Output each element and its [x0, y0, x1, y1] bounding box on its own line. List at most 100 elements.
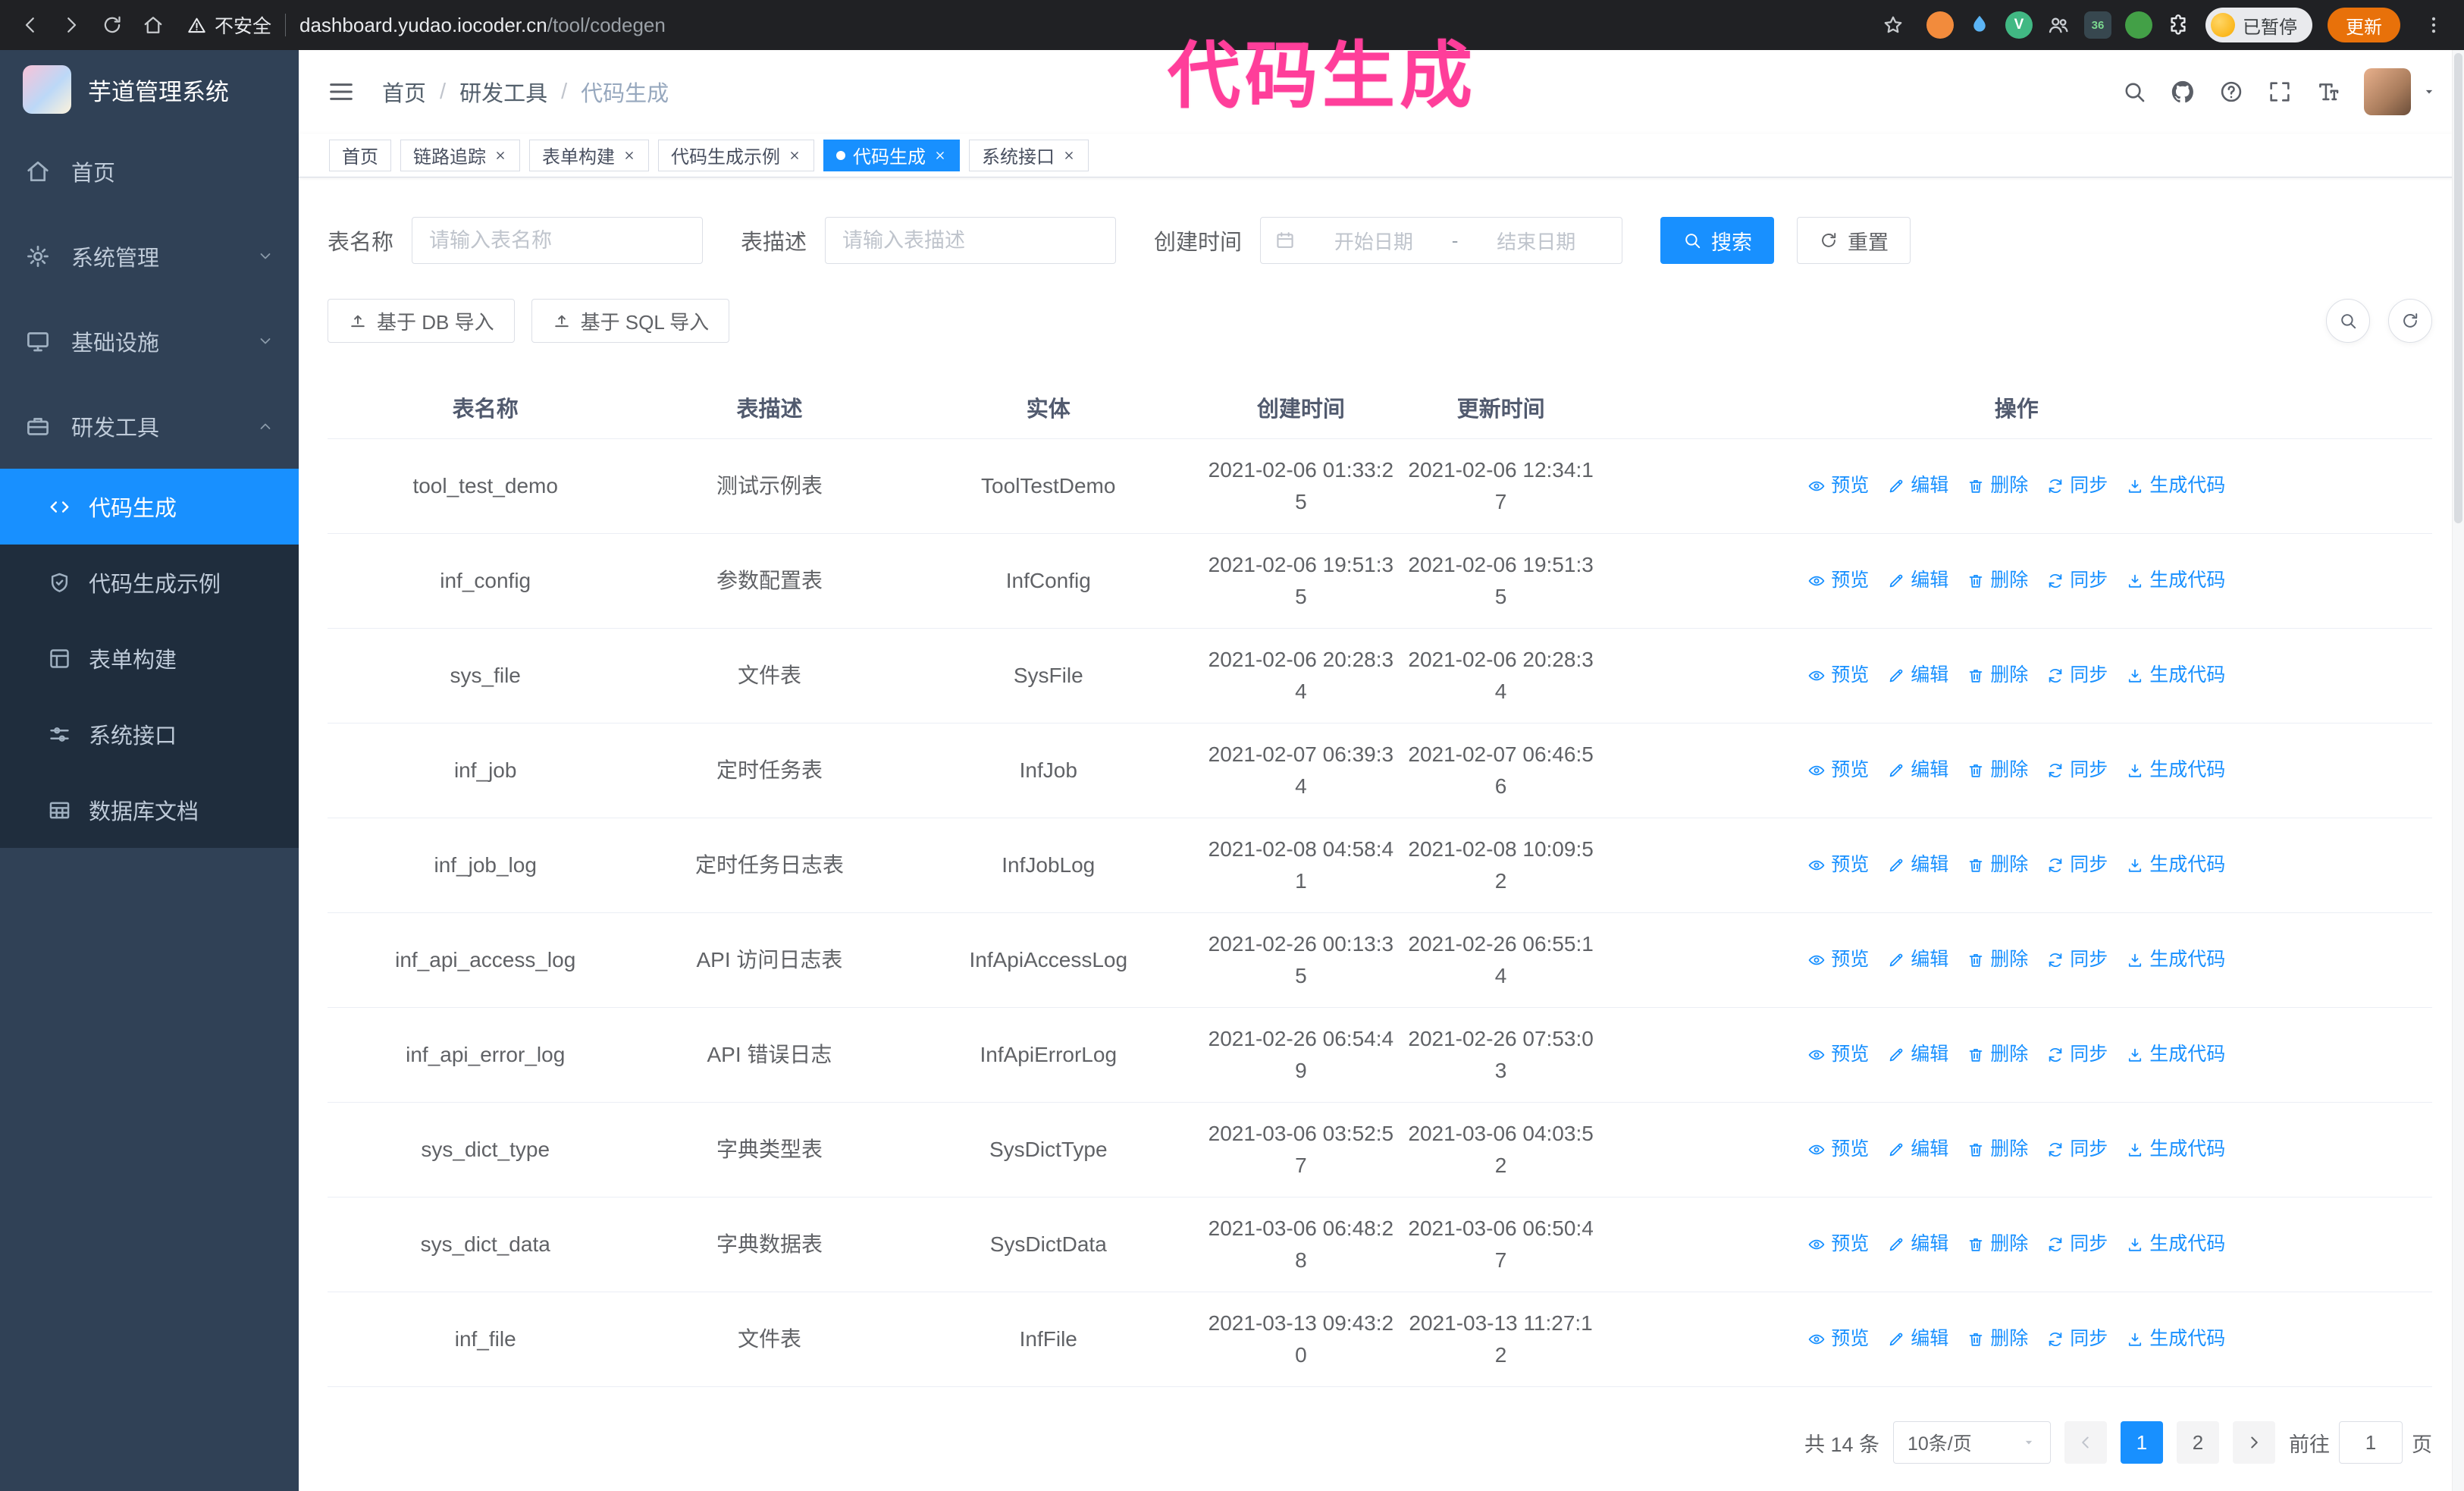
- browser-home-button[interactable]: [135, 7, 171, 43]
- sidebar-item-home[interactable]: 首页: [0, 129, 299, 214]
- sync-link[interactable]: 同步: [2046, 756, 2108, 785]
- edit-link[interactable]: 编辑: [1887, 1325, 1948, 1354]
- delete-link[interactable]: 删除: [1967, 1135, 2028, 1164]
- fullscreen-icon[interactable]: [2267, 79, 2293, 105]
- sidebar-collapse-icon[interactable]: [326, 77, 356, 107]
- refresh-table-button[interactable]: [2388, 299, 2432, 343]
- table-name-input[interactable]: [412, 217, 704, 264]
- delete-link[interactable]: 删除: [1967, 946, 2028, 975]
- generate-link[interactable]: 生成代码: [2126, 1230, 2225, 1259]
- edit-link[interactable]: 编辑: [1887, 1135, 1948, 1164]
- db-import-button[interactable]: 基于 DB 导入: [328, 299, 515, 343]
- generate-link[interactable]: 生成代码: [2126, 1135, 2225, 1164]
- preview-link[interactable]: 预览: [1807, 946, 1869, 975]
- address-bar[interactable]: 不安全 dashboard.yudao.iocoder.cn/tool/code…: [187, 11, 666, 39]
- tag-home[interactable]: 首页: [329, 139, 391, 171]
- delete-link[interactable]: 删除: [1967, 1325, 2028, 1354]
- delete-link[interactable]: 删除: [1967, 567, 2028, 595]
- edit-link[interactable]: 编辑: [1887, 567, 1948, 595]
- browser-refresh-button[interactable]: [94, 7, 130, 43]
- prev-page-button[interactable]: [2064, 1421, 2107, 1464]
- page-button-1[interactable]: 1: [2121, 1421, 2163, 1464]
- scrollbar[interactable]: [2452, 50, 2464, 1491]
- chrome-update-button[interactable]: 更新: [2328, 8, 2400, 42]
- bookmark-star-icon[interactable]: [1875, 7, 1911, 43]
- extension-icon-drop[interactable]: [1967, 13, 1992, 37]
- tag-tracer[interactable]: 链路追踪: [400, 139, 520, 171]
- sync-link[interactable]: 同步: [2046, 1041, 2108, 1069]
- preview-link[interactable]: 预览: [1807, 472, 1869, 501]
- sidebar-subitem-codegen[interactable]: 代码生成: [0, 469, 299, 545]
- tag-system-api[interactable]: 系统接口: [969, 139, 1089, 171]
- search-button[interactable]: 搜索: [1660, 217, 1775, 264]
- generate-link[interactable]: 生成代码: [2126, 567, 2225, 595]
- sync-link[interactable]: 同步: [2046, 1325, 2108, 1354]
- generate-link[interactable]: 生成代码: [2126, 851, 2225, 880]
- delete-link[interactable]: 删除: [1967, 851, 2028, 880]
- edit-link[interactable]: 编辑: [1887, 946, 1948, 975]
- extension-icon-proxy[interactable]: [1926, 11, 1954, 39]
- tag-close-icon[interactable]: [788, 149, 801, 162]
- sync-link[interactable]: 同步: [2046, 851, 2108, 880]
- extension-icon-leaf[interactable]: [2125, 11, 2152, 39]
- generate-link[interactable]: 生成代码: [2126, 946, 2225, 975]
- tag-close-icon[interactable]: [494, 149, 507, 162]
- extension-icon-badge[interactable]: 36: [2084, 11, 2111, 39]
- sync-link[interactable]: 同步: [2046, 661, 2108, 690]
- user-menu[interactable]: [2364, 68, 2437, 115]
- extension-icon-puzzle[interactable]: [2166, 13, 2190, 37]
- delete-link[interactable]: 删除: [1967, 1041, 2028, 1069]
- preview-link[interactable]: 预览: [1807, 851, 1869, 880]
- edit-link[interactable]: 编辑: [1887, 472, 1948, 501]
- generate-link[interactable]: 生成代码: [2126, 1041, 2225, 1069]
- sidebar-subitem-codegen-example[interactable]: 代码生成示例: [0, 545, 299, 620]
- sidebar-item-infra[interactable]: 基础设施: [0, 299, 299, 384]
- delete-link[interactable]: 删除: [1967, 1230, 2028, 1259]
- preview-link[interactable]: 预览: [1807, 1230, 1869, 1259]
- delete-link[interactable]: 删除: [1967, 661, 2028, 690]
- sync-link[interactable]: 同步: [2046, 567, 2108, 595]
- sync-link[interactable]: 同步: [2046, 946, 2108, 975]
- tag-form-build[interactable]: 表单构建: [529, 139, 649, 171]
- sync-link[interactable]: 同步: [2046, 1135, 2108, 1164]
- tag-codegen-example[interactable]: 代码生成示例: [658, 139, 814, 171]
- preview-link[interactable]: 预览: [1807, 1325, 1869, 1354]
- edit-link[interactable]: 编辑: [1887, 756, 1948, 785]
- page-button-2[interactable]: 2: [2177, 1421, 2219, 1464]
- github-icon[interactable]: [2170, 79, 2196, 105]
- app-logo[interactable]: 芋道管理系统: [0, 50, 299, 129]
- breadcrumb-item[interactable]: 研发工具: [459, 76, 547, 108]
- sync-link[interactable]: 同步: [2046, 1230, 2108, 1259]
- edit-link[interactable]: 编辑: [1887, 1041, 1948, 1069]
- sidebar-subitem-system-api[interactable]: 系统接口: [0, 696, 299, 772]
- delete-link[interactable]: 删除: [1967, 472, 2028, 501]
- tag-codegen[interactable]: 代码生成: [823, 139, 960, 171]
- reset-button[interactable]: 重置: [1797, 217, 1911, 264]
- edit-link[interactable]: 编辑: [1887, 1230, 1948, 1259]
- sidebar-item-devtools[interactable]: 研发工具: [0, 384, 299, 469]
- edit-link[interactable]: 编辑: [1887, 851, 1948, 880]
- font-size-icon[interactable]: [2315, 79, 2341, 105]
- sidebar-item-system[interactable]: 系统管理: [0, 214, 299, 299]
- sql-import-button[interactable]: 基于 SQL 导入: [531, 299, 730, 343]
- sidebar-subitem-db-doc[interactable]: 数据库文档: [0, 772, 299, 848]
- header-search-icon[interactable]: [2121, 79, 2147, 105]
- preview-link[interactable]: 预览: [1807, 567, 1869, 595]
- browser-forward-button[interactable]: [53, 7, 89, 43]
- security-chip[interactable]: 不安全: [187, 11, 271, 39]
- generate-link[interactable]: 生成代码: [2126, 661, 2225, 690]
- generate-link[interactable]: 生成代码: [2126, 472, 2225, 501]
- sync-link[interactable]: 同步: [2046, 472, 2108, 501]
- browser-menu-icon[interactable]: [2415, 7, 2452, 43]
- browser-back-button[interactable]: [12, 7, 49, 43]
- preview-link[interactable]: 预览: [1807, 1041, 1869, 1069]
- preview-link[interactable]: 预览: [1807, 661, 1869, 690]
- delete-link[interactable]: 删除: [1967, 756, 2028, 785]
- edit-link[interactable]: 编辑: [1887, 661, 1948, 690]
- help-icon[interactable]: [2218, 79, 2244, 105]
- preview-link[interactable]: 预览: [1807, 756, 1869, 785]
- tag-close-icon[interactable]: [622, 149, 636, 162]
- generate-link[interactable]: 生成代码: [2126, 756, 2225, 785]
- date-range-picker[interactable]: 开始日期 - 结束日期: [1260, 217, 1623, 264]
- table-desc-input[interactable]: [825, 217, 1117, 264]
